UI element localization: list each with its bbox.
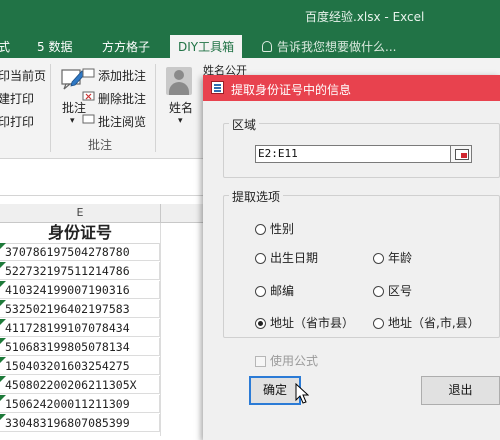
radio-address-full[interactable]: 地址（省市县） xyxy=(255,316,354,330)
error-indicator-icon xyxy=(0,395,6,401)
mouse-cursor-icon xyxy=(295,383,309,404)
radio-address-split[interactable]: 地址（省,市,县） xyxy=(373,316,480,330)
review-comment-button[interactable]: 批注阅览 xyxy=(98,113,146,130)
name-button[interactable]: 姓名 xyxy=(169,99,193,116)
radio-birth-date[interactable]: 出生日期 xyxy=(255,251,318,265)
radio-postcode[interactable]: 邮编 xyxy=(255,284,294,298)
delete-comment-icon xyxy=(82,91,95,101)
table-row[interactable]: 450802200206211305X xyxy=(0,376,160,394)
extract-id-dialog: 提取身份证号中的信息 区域 E2:E11 提取选项 性别 出生日期 年龄 邮编 … xyxy=(203,75,500,440)
add-comment-icon xyxy=(82,68,95,78)
table-row[interactable]: 510683199805078134 xyxy=(0,338,160,356)
tab-formulas[interactable]: 式 xyxy=(0,38,10,55)
grid-line xyxy=(160,223,161,436)
error-indicator-icon xyxy=(0,338,6,344)
lightbulb-icon xyxy=(262,41,272,52)
comment-group-label: 批注 xyxy=(88,138,113,152)
range-select-button[interactable] xyxy=(450,145,472,163)
id-header-cell[interactable]: 身份证号 xyxy=(0,223,161,244)
title-bar: 百度经验.xlsx - Excel xyxy=(0,0,500,32)
error-indicator-icon xyxy=(0,281,6,287)
table-row[interactable]: 522732197511214786 xyxy=(0,262,160,280)
options-label: 提取选项 xyxy=(229,188,284,205)
ribbon-separator xyxy=(50,64,51,152)
table-row[interactable]: 330483196807085399 xyxy=(0,414,160,432)
radio-area-code[interactable]: 区号 xyxy=(373,284,412,298)
error-indicator-icon xyxy=(0,414,6,420)
table-row[interactable]: 150403201603254275 xyxy=(0,357,160,375)
ribbon-separator xyxy=(155,64,156,152)
exit-button[interactable]: 退出 xyxy=(421,376,500,405)
window-title: 百度经验.xlsx - Excel xyxy=(305,10,425,24)
range-label: 区域 xyxy=(229,116,260,133)
column-header-e[interactable]: E xyxy=(0,204,161,222)
error-indicator-icon xyxy=(0,376,6,382)
error-indicator-icon xyxy=(0,357,6,363)
person-icon xyxy=(166,67,192,95)
ok-button[interactable]: 确定 xyxy=(249,376,301,405)
error-indicator-icon xyxy=(0,262,6,268)
tell-me-search[interactable]: 告诉我您想要做什么... xyxy=(262,38,396,55)
delete-comment-button[interactable]: 删除批注 xyxy=(98,90,146,107)
table-row[interactable]: 411728199107078434 xyxy=(0,319,160,337)
comment-dropdown-chevron-icon[interactable]: ▾ xyxy=(70,116,75,126)
review-comment-icon xyxy=(82,114,95,124)
table-row[interactable]: 370786197504278780 xyxy=(0,243,160,261)
name-dropdown-chevron-icon[interactable]: ▾ xyxy=(178,116,183,126)
dialog-title-bar[interactable]: 提取身份证号中的信息 xyxy=(203,75,500,101)
form-icon xyxy=(211,81,224,94)
tell-me-text: 告诉我您想要做什么... xyxy=(277,40,397,54)
error-indicator-icon xyxy=(0,319,6,325)
print-print[interactable]: 印打印 xyxy=(0,113,34,130)
dialog-title: 提取身份证号中的信息 xyxy=(231,83,352,97)
radio-age[interactable]: 年龄 xyxy=(373,251,412,265)
range-input[interactable]: E2:E11 xyxy=(255,145,451,163)
add-comment-button[interactable]: 添加批注 xyxy=(98,67,146,84)
table-row[interactable]: 410324199007190316 xyxy=(0,281,160,299)
tab-fangfang[interactable]: 方方格子 xyxy=(102,38,150,55)
use-formula-checkbox[interactable]: 使用公式 xyxy=(255,352,318,369)
tab-data[interactable]: 5 数据 xyxy=(37,38,72,55)
table-row[interactable]: 532502196402197583 xyxy=(0,300,160,318)
table-row[interactable]: 150624200011211309 xyxy=(0,395,160,413)
error-indicator-icon xyxy=(0,300,6,306)
ribbon-tab-bar: 式 5 数据 方方格子 DIY工具箱 告诉我您想要做什么... xyxy=(0,32,500,61)
print-build[interactable]: 建打印 xyxy=(0,90,34,107)
error-indicator-icon xyxy=(0,243,6,249)
print-current-page[interactable]: 印当前页 xyxy=(0,67,46,84)
radio-gender[interactable]: 性别 xyxy=(255,222,294,236)
